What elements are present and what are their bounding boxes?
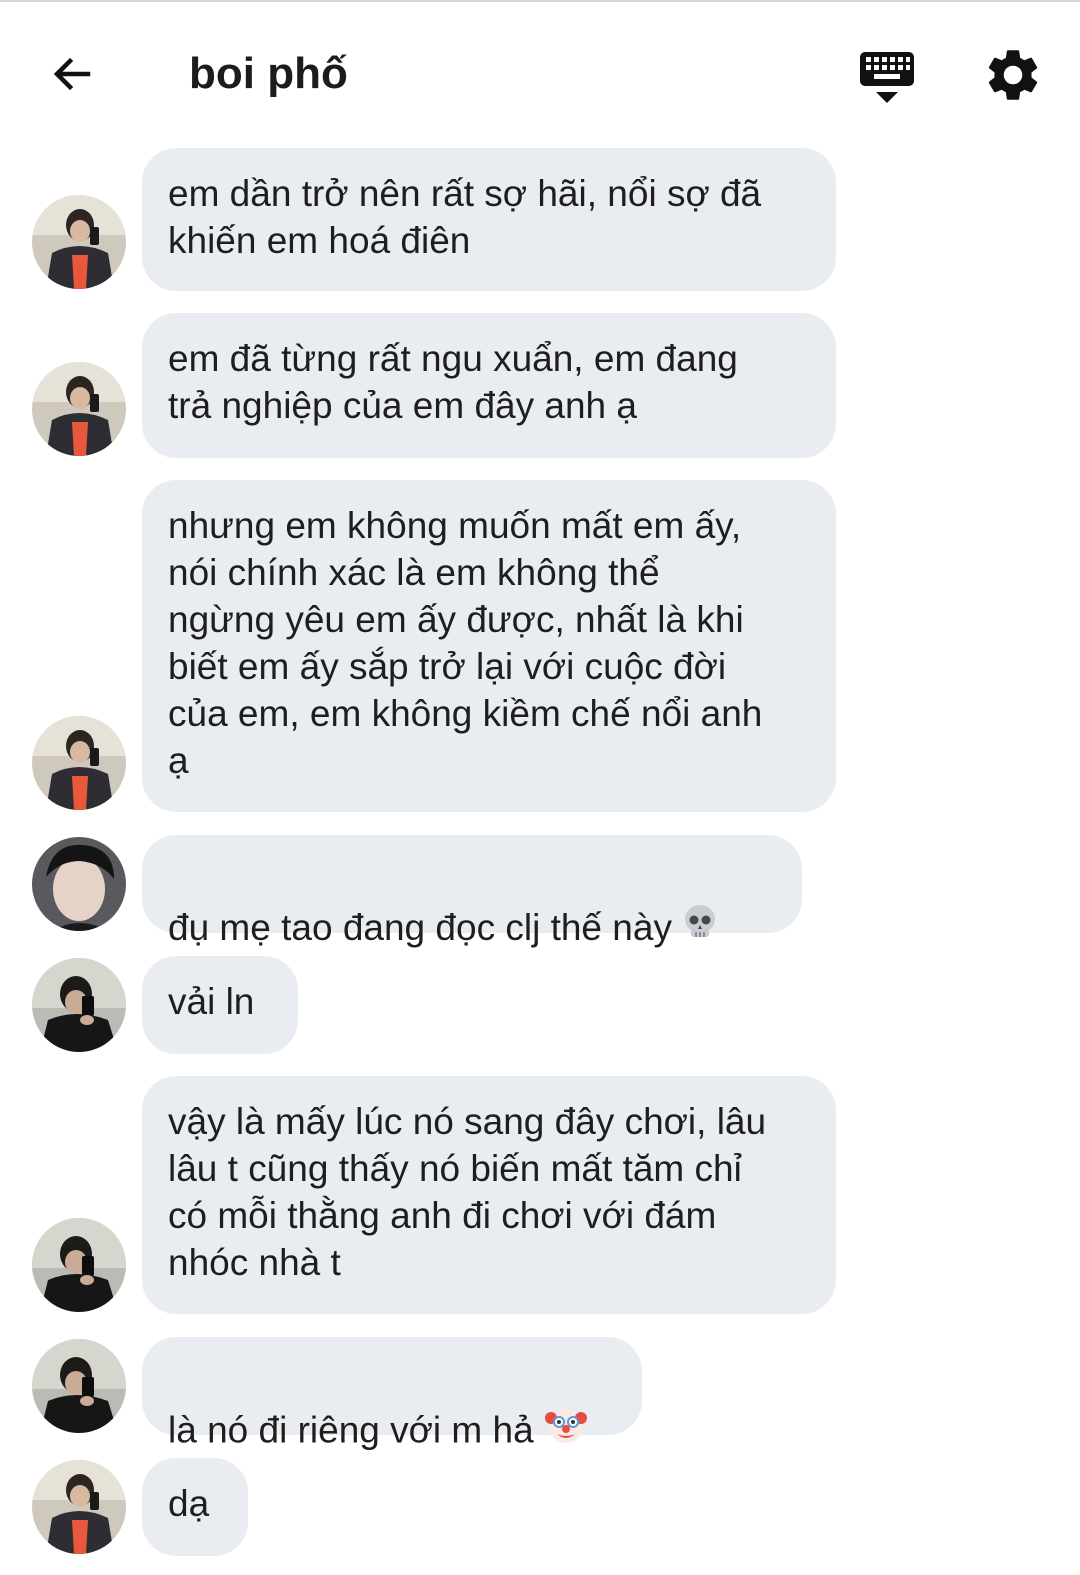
settings-button[interactable] <box>982 44 1044 106</box>
clown-face-emoji <box>542 1400 590 1459</box>
message-text: là nó đi riêng với m hả <box>168 1409 534 1451</box>
back-button[interactable] <box>40 42 104 106</box>
message-bubble[interactable]: em đã từng rất ngu xuẩn, em đang trả ngh… <box>142 313 836 458</box>
message-row: dạ <box>0 1458 1080 1556</box>
avatar[interactable] <box>32 195 126 289</box>
message-row: nhưng em không muốn mất em ấy, nói chính… <box>0 480 1080 812</box>
message-row: em dần trở nên rất sợ hãi, nổi sợ đã khi… <box>0 148 1080 291</box>
avatar-a-image <box>32 716 126 810</box>
avatar[interactable] <box>32 1218 126 1312</box>
avatar-c-image <box>32 1339 126 1433</box>
avatar-b-image <box>32 837 126 931</box>
message-bubble[interactable]: nhưng em không muốn mất em ấy, nói chính… <box>142 480 836 812</box>
message-row: vải ln <box>0 956 1080 1054</box>
message-bubble[interactable]: vải ln <box>142 956 298 1054</box>
avatar-a-image <box>32 1460 126 1554</box>
message-row: vậy là mấy lúc nó sang đây chơi, lâu lâu… <box>0 1076 1080 1314</box>
avatar[interactable] <box>32 716 126 810</box>
message-row: em đã từng rất ngu xuẩn, em đang trả ngh… <box>0 313 1080 458</box>
avatar[interactable] <box>32 1460 126 1554</box>
message-bubble[interactable]: vậy là mấy lúc nó sang đây chơi, lâu lâu… <box>142 1076 836 1314</box>
skull-emoji <box>680 902 720 953</box>
avatar-a-image <box>32 195 126 289</box>
gear-icon <box>988 50 1038 100</box>
avatar[interactable] <box>32 362 126 456</box>
message-bubble[interactable]: là nó đi riêng với m hả <box>142 1337 642 1450</box>
conversation-title: boi phố <box>189 49 348 98</box>
avatar[interactable] <box>32 958 126 1052</box>
message-row: đụ mẹ tao đang đọc clj thế này <box>0 835 1080 948</box>
keyboard-button[interactable] <box>854 46 920 108</box>
avatar[interactable] <box>32 1339 126 1433</box>
chat-screen: boi phố em dần trở nên rất sợ hãi, nổi s… <box>0 0 1080 1575</box>
message-row: là nó đi riêng với m hả <box>0 1337 1080 1450</box>
message-bubble[interactable]: em dần trở nên rất sợ hãi, nổi sợ đã khi… <box>142 148 836 291</box>
message-bubble[interactable]: đụ mẹ tao đang đọc clj thế này <box>142 835 802 948</box>
avatar-c-image <box>32 958 126 1052</box>
avatar[interactable] <box>32 837 126 931</box>
keyboard-icon <box>860 52 914 103</box>
avatar-c-image <box>32 1218 126 1312</box>
arrow-left-icon <box>53 57 91 91</box>
chat-header: boi phố <box>0 2 1080 142</box>
avatar-a-image <box>32 362 126 456</box>
message-bubble[interactable]: dạ <box>142 1458 248 1556</box>
message-text: đụ mẹ tao đang đọc clj thế này <box>168 907 672 948</box>
